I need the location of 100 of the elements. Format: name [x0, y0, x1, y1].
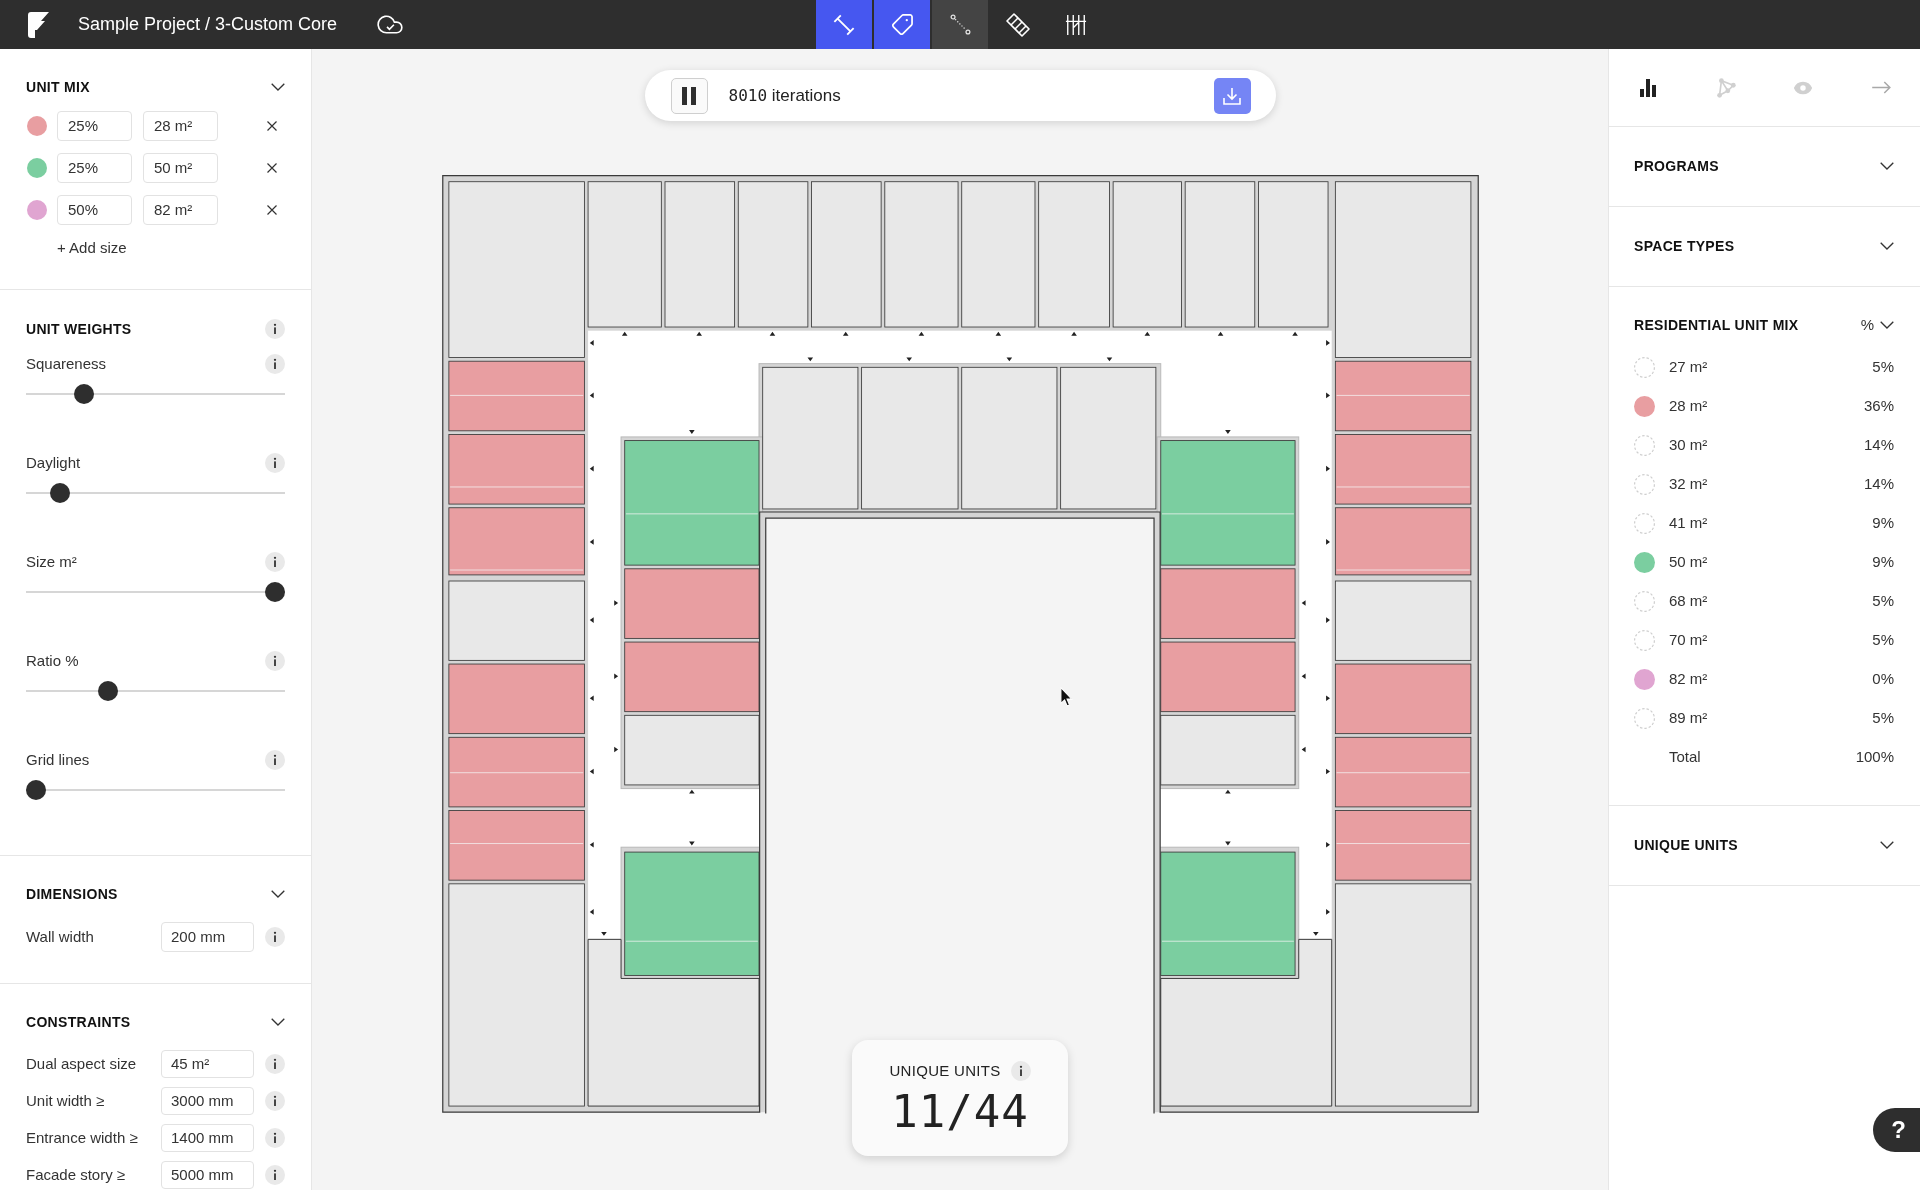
unit-size-label: 70 m² — [1669, 630, 1708, 651]
unit-size-label: 68 m² — [1669, 591, 1708, 612]
field-label: Facade story ≥ — [26, 1164, 127, 1185]
dimension-line-icon — [833, 13, 855, 36]
slider-thumb[interactable] — [73, 384, 94, 404]
unit-share-value: 0% — [1872, 669, 1894, 690]
info-icon[interactable] — [265, 453, 285, 473]
card-title: UNIQUE UNITS — [889, 1060, 1001, 1081]
share-field[interactable]: 50% — [57, 195, 132, 225]
share-field[interactable]: 25% — [57, 153, 132, 183]
chevron-down-icon[interactable] — [1880, 841, 1894, 849]
chevron-down-icon[interactable] — [1880, 321, 1894, 329]
info-icon[interactable] — [265, 1128, 285, 1148]
field-label: Wall width — [26, 926, 95, 947]
info-icon[interactable] — [265, 1091, 285, 1111]
slider-track[interactable] — [26, 384, 285, 404]
value-field[interactable]: 3000 mm — [161, 1087, 254, 1115]
size-field[interactable]: 28 m² — [143, 111, 218, 141]
color-swatch-icon[interactable] — [27, 200, 47, 220]
value-field[interactable]: 45 m² — [161, 1050, 254, 1078]
pause-button[interactable] — [670, 77, 708, 114]
value-field[interactable]: 1400 mm — [161, 1124, 254, 1152]
unit-share-value: 5% — [1872, 357, 1894, 378]
slider-thumb[interactable] — [49, 483, 70, 503]
unit-size-label: 50 m² — [1669, 552, 1708, 573]
info-icon[interactable] — [265, 319, 285, 339]
info-icon[interactable] — [265, 354, 285, 374]
logo-icon[interactable] — [28, 11, 50, 38]
color-swatch-icon[interactable] — [1634, 552, 1655, 573]
tag-icon — [891, 14, 913, 35]
color-swatch-icon[interactable] — [27, 116, 47, 136]
hatched-shape-icon — [1006, 12, 1030, 37]
section-title: CONSTRAINTS — [26, 1013, 131, 1031]
slider-track[interactable] — [26, 681, 285, 701]
unit-share-value: 14% — [1863, 474, 1894, 495]
chevron-down-icon[interactable] — [1880, 162, 1894, 170]
close-icon[interactable] — [267, 205, 277, 215]
chevron-down-icon[interactable] — [271, 890, 285, 898]
slider-track[interactable] — [26, 582, 285, 602]
mouse-cursor-icon — [1060, 687, 1073, 707]
total-value: 100% — [1855, 747, 1894, 768]
info-icon[interactable] — [265, 1054, 285, 1074]
color-swatch-icon[interactable] — [1634, 396, 1655, 417]
info-icon[interactable] — [265, 927, 285, 947]
unit-share-value: 5% — [1872, 630, 1894, 651]
chevron-down-icon[interactable] — [271, 1018, 285, 1026]
help-button[interactable]: ? — [1873, 1108, 1920, 1152]
info-icon[interactable] — [265, 750, 285, 770]
section-title: UNIT WEIGHTS — [26, 320, 132, 338]
section-title: PROGRAMS — [1634, 157, 1719, 175]
section-title: UNIT MIX — [26, 78, 90, 96]
chevron-down-icon[interactable] — [271, 83, 285, 91]
slider-thumb[interactable] — [97, 681, 118, 701]
field-label: Dual aspect size — [26, 1053, 138, 1074]
unique-units-value: 11/44 — [891, 1087, 1029, 1137]
unit-share-value: 5% — [1872, 591, 1894, 612]
slider-label: Grid lines — [26, 749, 90, 770]
unit-share-value: 36% — [1863, 396, 1894, 417]
section-title: DIMENSIONS — [26, 885, 118, 903]
value-field[interactable]: 5000 mm — [161, 1161, 254, 1189]
add-size-button[interactable]: + Add size — [57, 239, 127, 257]
section-title: RESIDENTIAL UNIT MIX — [1634, 316, 1799, 334]
unit-share-value: 5% — [1872, 708, 1894, 729]
project-title: Sample Project / 3-Custom Core — [78, 13, 338, 36]
node-graph-icon[interactable] — [1714, 76, 1737, 99]
size-field[interactable]: 50 m² — [143, 153, 218, 183]
info-icon[interactable] — [265, 552, 285, 572]
unit-size-label: 41 m² — [1669, 513, 1708, 534]
unit-size-label: 30 m² — [1669, 435, 1708, 456]
field-label: Entrance width ≥ — [26, 1127, 139, 1148]
close-icon[interactable] — [267, 121, 277, 131]
download-button[interactable] — [1213, 77, 1251, 114]
cloud-check-icon[interactable] — [377, 15, 404, 34]
slider-label: Daylight — [26, 452, 81, 473]
unit-dropdown[interactable]: % — [1860, 313, 1894, 337]
bar-chart-icon[interactable] — [1639, 78, 1656, 97]
total-label: Total — [1669, 747, 1701, 768]
color-swatch-icon[interactable] — [1634, 669, 1655, 690]
field-label: Unit width ≥ — [26, 1090, 106, 1111]
chevron-down-icon[interactable] — [1880, 242, 1894, 250]
slider-thumb[interactable] — [26, 780, 46, 800]
slider-track[interactable] — [26, 483, 285, 503]
close-icon[interactable] — [267, 163, 277, 173]
slider-thumb[interactable] — [265, 582, 285, 602]
info-icon[interactable] — [265, 1165, 285, 1185]
unit-share-value: 9% — [1872, 513, 1894, 534]
share-field[interactable]: 25% — [57, 111, 132, 141]
unit-size-label: 32 m² — [1669, 474, 1708, 495]
info-icon[interactable] — [265, 651, 285, 671]
unit-size-label: 28 m² — [1669, 396, 1708, 417]
slider-label: Ratio % — [26, 650, 79, 671]
grid-lines-icon — [1065, 13, 1087, 36]
size-field[interactable]: 82 m² — [143, 195, 218, 225]
iteration-count: 8010 iterations — [728, 84, 841, 107]
unit-size-label: 82 m² — [1669, 669, 1708, 690]
dotted-path-icon — [949, 14, 971, 35]
slider-track[interactable] — [26, 780, 285, 800]
value-field[interactable]: 200 mm — [161, 922, 254, 952]
color-swatch-icon[interactable] — [27, 158, 47, 178]
info-icon[interactable] — [1010, 1061, 1031, 1081]
